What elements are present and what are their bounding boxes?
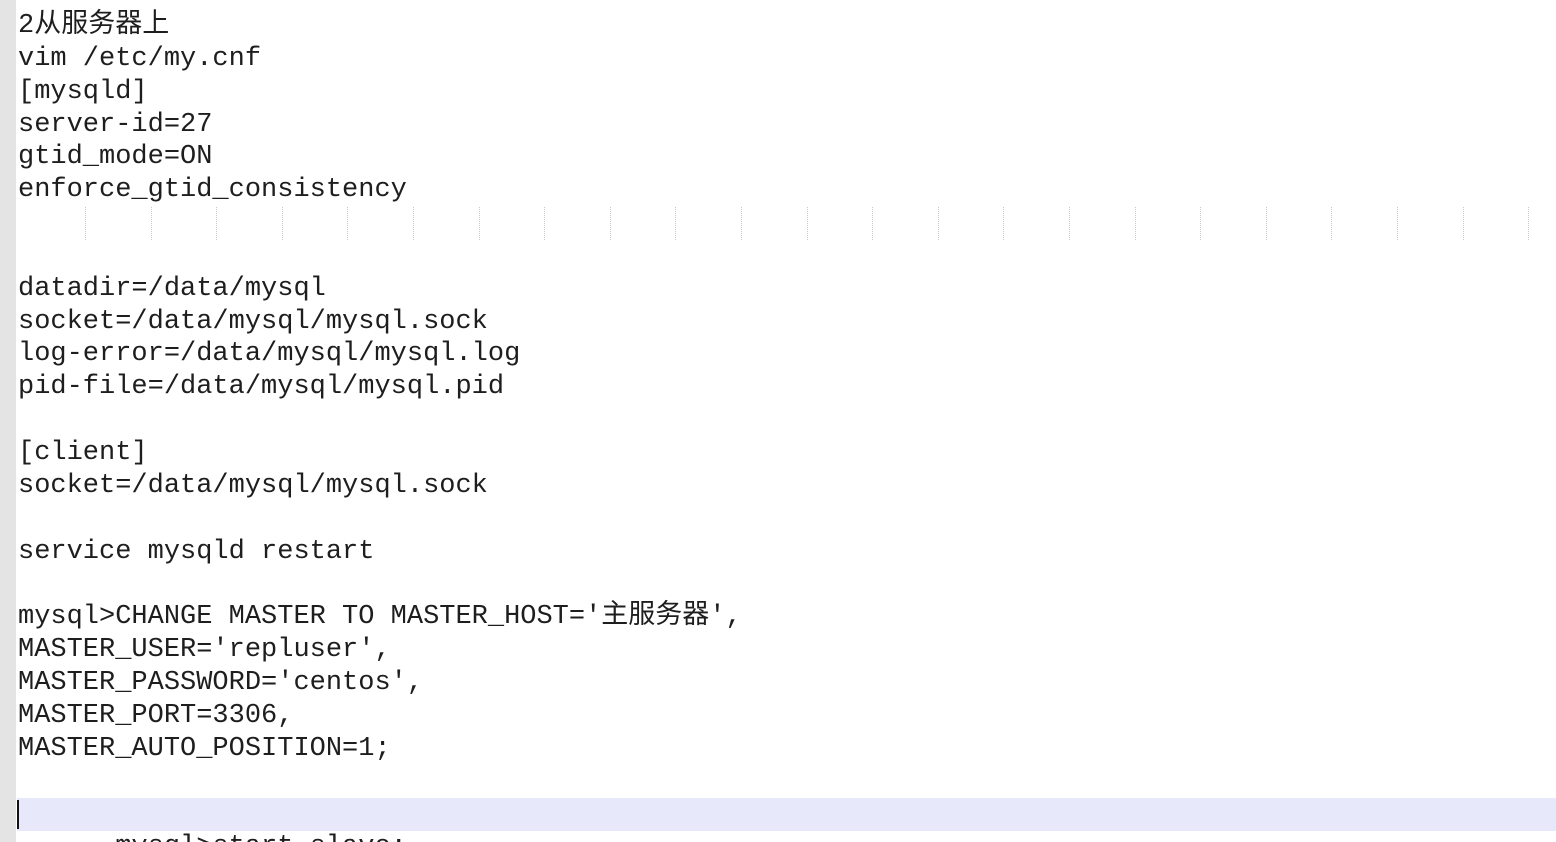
code-line[interactable] (18, 765, 1556, 798)
indent-guide (1069, 207, 1070, 240)
code-line[interactable]: 2从服务器上 (18, 10, 1556, 43)
code-line[interactable]: pid-file=/data/mysql/mysql.pid (18, 371, 1556, 404)
code-line[interactable]: socket=/data/mysql/mysql.sock (18, 306, 1556, 339)
code-line[interactable] (18, 240, 1556, 273)
code-line[interactable]: vim /etc/my.cnf (18, 43, 1556, 76)
code-line[interactable] (18, 503, 1556, 536)
code-line[interactable] (18, 404, 1556, 437)
indent-guide (1331, 207, 1333, 240)
current-line-text: mysql>start slave; (115, 832, 407, 842)
indent-guide (281, 207, 283, 240)
indent-guide (1003, 207, 1005, 240)
code-line[interactable]: mysql>CHANGE MASTER TO MASTER_HOST='主服务器… (18, 601, 1556, 634)
code-line[interactable]: MASTER_USER='repluser', (18, 634, 1556, 667)
code-line[interactable]: [client] (18, 437, 1556, 470)
indent-guide (1134, 207, 1136, 240)
code-line[interactable]: MASTER_PORT=3306, (18, 700, 1556, 733)
text-caret (17, 800, 19, 830)
code-line[interactable]: enforce_gtid_consistency (18, 174, 1556, 207)
code-line[interactable]: MASTER_PASSWORD='centos', (18, 667, 1556, 700)
indent-guide (806, 207, 808, 240)
whitespace-line[interactable] (18, 207, 1556, 240)
indent-guide (609, 207, 611, 240)
indent-guide (347, 207, 349, 240)
indent-guide (150, 207, 152, 240)
indent-guide (675, 207, 677, 240)
code-line[interactable]: socket=/data/mysql/mysql.sock (18, 470, 1556, 503)
indent-guide (1528, 207, 1530, 240)
indent-guide (1200, 207, 1202, 240)
code-line[interactable]: service mysqld restart (18, 536, 1556, 569)
code-line[interactable]: gtid_mode=ON (18, 141, 1556, 174)
editor-gutter (0, 0, 16, 842)
indent-guide (1265, 207, 1267, 240)
text-editor[interactable]: 2从服务器上 vim /etc/my.cnf [mysqld] server-i… (0, 0, 1556, 842)
indent-guide (937, 207, 939, 240)
code-line[interactable]: server-id=27 (18, 109, 1556, 142)
indent-guide (544, 207, 546, 240)
code-line[interactable]: log-error=/data/mysql/mysql.log (18, 338, 1556, 371)
indent-guide (1462, 207, 1464, 240)
code-line[interactable]: [mysqld] (18, 76, 1556, 109)
indent-guides (18, 207, 1556, 240)
indent-guide (216, 207, 218, 240)
indent-guide (413, 207, 414, 240)
code-line[interactable]: MASTER_AUTO_POSITION=1; (18, 733, 1556, 766)
indent-guide (872, 207, 874, 240)
current-line[interactable]: mysql>start slave; (17, 798, 1556, 842)
indent-guide (1397, 207, 1398, 240)
code-line[interactable]: datadir=/data/mysql (18, 273, 1556, 306)
indent-guide (85, 207, 86, 240)
editor-text-area[interactable]: 2从服务器上 vim /etc/my.cnf [mysqld] server-i… (17, 10, 1556, 842)
indent-guide (741, 207, 742, 240)
code-line[interactable] (18, 568, 1556, 601)
indent-guide (478, 207, 480, 240)
